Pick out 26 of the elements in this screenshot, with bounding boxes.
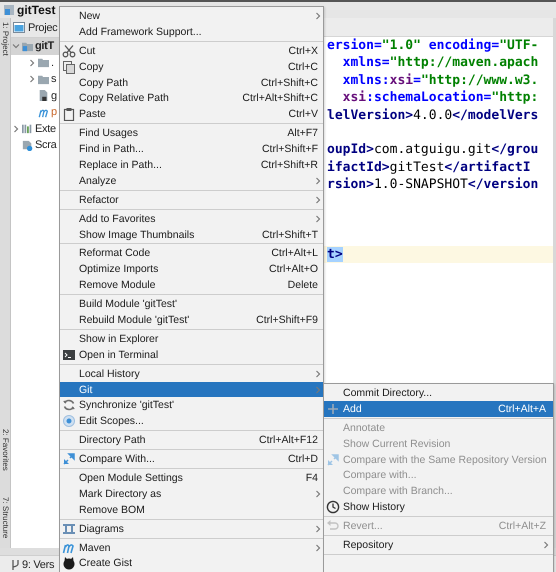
shortcut-text: Delete xyxy=(288,279,318,292)
shortcut-text: Alt+F7 xyxy=(287,127,318,140)
shortcut-text: Ctrl+V xyxy=(288,108,318,120)
shortcut-text: Ctrl+Alt+F12 xyxy=(259,434,318,446)
code-line: ersion="1.0" encoding="UTF- xyxy=(327,37,540,54)
code-line: xmlns="http://maven.apach xyxy=(342,54,540,72)
shortcut-text: Ctrl+Alt+Z xyxy=(498,520,546,532)
code-line: ifactId>gitTest</artifactI xyxy=(327,158,532,176)
shortcut-text: F4 xyxy=(306,472,318,484)
shortcut-text: Ctrl+Shift+C xyxy=(260,76,318,88)
code-line: lelVersion>4.0.0</modelVers xyxy=(327,106,540,124)
shortcut-text: Ctrl+D xyxy=(288,453,318,466)
shortcut-text: Ctrl+Shift+T xyxy=(262,228,318,241)
code-line: xmlns:xsi="http://www.w3. xyxy=(342,72,540,90)
code-line: oupId>com.atguigu.git</grou xyxy=(327,141,540,159)
shortcut-text: Ctrl+C xyxy=(288,60,318,73)
shortcut-text: Ctrl+Shift+F9 xyxy=(256,314,318,326)
shortcut-text: Ctrl+Shift+R xyxy=(260,158,318,171)
shortcut-text: Ctrl+X xyxy=(288,44,318,57)
code-line: rsion>1.0-SNAPSHOT</version xyxy=(327,176,540,194)
shortcut-text: Ctrl+Alt+A xyxy=(498,402,546,415)
code-line: xsi:schemaLocation="http: xyxy=(342,89,540,107)
shortcut-text: Ctrl+Shift+F xyxy=(262,143,318,156)
shortcut-text: Ctrl+Alt+L xyxy=(271,247,318,260)
shortcut-text: Ctrl+Alt+O xyxy=(268,263,318,276)
shortcut-text: Ctrl+Alt+Shift+C xyxy=(242,92,318,104)
